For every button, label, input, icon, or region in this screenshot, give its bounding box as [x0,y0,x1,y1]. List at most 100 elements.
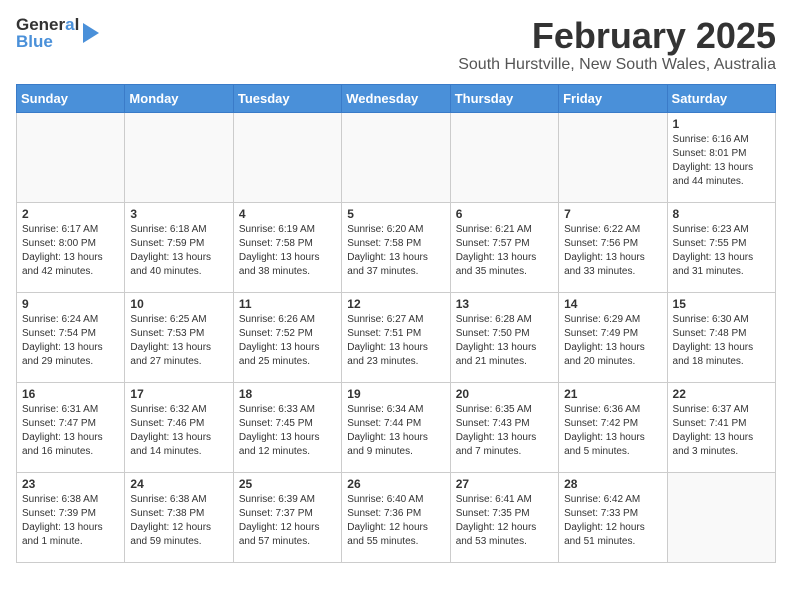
calendar-cell: 27 Sunrise: 6:41 AM Sunset: 7:35 PM Dayli… [450,472,558,562]
calendar-cell: 1Sunrise: 6:16 AM Sunset: 8:01 PM Daylig… [667,112,775,202]
calendar-cell: 11Sunrise: 6:26 AM Sunset: 7:52 PM Dayli… [233,292,341,382]
calendar-header-row: SundayMondayTuesdayWednesdayThursdayFrid… [17,84,776,112]
day-number: 6 [456,207,553,221]
day-info: Sunrise: 6:31 AM Sunset: 7:47 PM Dayligh… [22,403,119,459]
day-number: 16 [22,387,119,401]
day-number: 5 [347,207,444,221]
calendar-cell [233,112,341,202]
calendar-cell: 5 Sunrise: 6:20 AM Sunset: 7:58 PM Daylig… [342,202,450,292]
calendar-week-row: 9 Sunrise: 6:24 AM Sunset: 7:54 PM Daylig… [17,292,776,382]
day-info: Sunrise: 6:22 AM Sunset: 7:56 PM Dayligh… [564,223,661,279]
day-info: Sunrise: 6:36 AM Sunset: 7:42 PM Dayligh… [564,403,661,459]
day-info: Sunrise: 6:26 AM Sunset: 7:52 PM Dayligh… [239,313,336,369]
day-info: Sunrise: 6:33 AM Sunset: 7:45 PM Dayligh… [239,403,336,459]
col-header-thursday: Thursday [450,84,558,112]
day-number: 9 [22,297,119,311]
day-number: 22 [673,387,770,401]
day-number: 15 [673,297,770,311]
calendar-cell: 23Sunrise: 6:38 AM Sunset: 7:39 PM Dayli… [17,472,125,562]
day-info: Sunrise: 6:25 AM Sunset: 7:53 PM Dayligh… [130,313,227,369]
day-info: Sunrise: 6:23 AM Sunset: 7:55 PM Dayligh… [673,223,770,279]
day-info: Sunrise: 6:39 AM Sunset: 7:37 PM Dayligh… [239,493,336,549]
day-info: Sunrise: 6:30 AM Sunset: 7:48 PM Dayligh… [673,313,770,369]
logo-line1: General [16,16,79,33]
day-info: Sunrise: 6:42 AM Sunset: 7:33 PM Dayligh… [564,493,661,549]
day-info: Sunrise: 6:21 AM Sunset: 7:57 PM Dayligh… [456,223,553,279]
day-number: 23 [22,477,119,491]
day-info: Sunrise: 6:35 AM Sunset: 7:43 PM Dayligh… [456,403,553,459]
calendar-cell: 16 Sunrise: 6:31 AM Sunset: 7:47 PM Dayli… [17,382,125,472]
calendar-cell: 6 Sunrise: 6:21 AM Sunset: 7:57 PM Daylig… [450,202,558,292]
day-info: Sunrise: 6:16 AM Sunset: 8:01 PM Dayligh… [673,133,770,189]
calendar-cell [342,112,450,202]
day-number: 25 [239,477,336,491]
calendar-cell: 15 Sunrise: 6:30 AM Sunset: 7:48 PM Dayli… [667,292,775,382]
day-info: Sunrise: 6:20 AM Sunset: 7:58 PM Dayligh… [347,223,444,279]
col-header-tuesday: Tuesday [233,84,341,112]
day-info: Sunrise: 6:28 AM Sunset: 7:50 PM Dayligh… [456,313,553,369]
calendar-cell: 21 Sunrise: 6:36 AM Sunset: 7:42 PM Dayli… [559,382,667,472]
calendar-cell: 19 Sunrise: 6:34 AM Sunset: 7:44 PM Dayli… [342,382,450,472]
calendar-cell [559,112,667,202]
day-number: 8 [673,207,770,221]
calendar-week-row: 2Sunrise: 6:17 AM Sunset: 8:00 PM Daylig… [17,202,776,292]
calendar-week-row: 1Sunrise: 6:16 AM Sunset: 8:01 PM Daylig… [17,112,776,202]
day-number: 24 [130,477,227,491]
day-number: 7 [564,207,661,221]
col-header-sunday: Sunday [17,84,125,112]
day-info: Sunrise: 6:40 AM Sunset: 7:36 PM Dayligh… [347,493,444,549]
day-number: 4 [239,207,336,221]
day-info: Sunrise: 6:19 AM Sunset: 7:58 PM Dayligh… [239,223,336,279]
calendar-cell: 28 Sunrise: 6:42 AM Sunset: 7:33 PM Dayli… [559,472,667,562]
day-number: 28 [564,477,661,491]
col-header-monday: Monday [125,84,233,112]
day-number: 27 [456,477,553,491]
day-number: 18 [239,387,336,401]
title-area: February 2025 South Hurstville, New Sout… [458,16,776,74]
day-info: Sunrise: 6:32 AM Sunset: 7:46 PM Dayligh… [130,403,227,459]
calendar-cell [17,112,125,202]
calendar-cell: 14Sunrise: 6:29 AM Sunset: 7:49 PM Dayli… [559,292,667,382]
col-header-saturday: Saturday [667,84,775,112]
day-info: Sunrise: 6:41 AM Sunset: 7:35 PM Dayligh… [456,493,553,549]
calendar-cell: 26 Sunrise: 6:40 AM Sunset: 7:36 PM Dayli… [342,472,450,562]
calendar-cell: 13Sunrise: 6:28 AM Sunset: 7:50 PM Dayli… [450,292,558,382]
calendar-cell: 4 Sunrise: 6:19 AM Sunset: 7:58 PM Daylig… [233,202,341,292]
day-number: 19 [347,387,444,401]
calendar-cell: 9 Sunrise: 6:24 AM Sunset: 7:54 PM Daylig… [17,292,125,382]
calendar-cell: 22 Sunrise: 6:37 AM Sunset: 7:41 PM Dayli… [667,382,775,472]
calendar-cell: 10Sunrise: 6:25 AM Sunset: 7:53 PM Dayli… [125,292,233,382]
calendar-cell: 17Sunrise: 6:32 AM Sunset: 7:46 PM Dayli… [125,382,233,472]
day-number: 14 [564,297,661,311]
calendar-cell: 24Sunrise: 6:38 AM Sunset: 7:38 PM Dayli… [125,472,233,562]
month-title: February 2025 [458,16,776,56]
calendar-cell [667,472,775,562]
calendar-cell [125,112,233,202]
day-info: Sunrise: 6:24 AM Sunset: 7:54 PM Dayligh… [22,313,119,369]
day-info: Sunrise: 6:34 AM Sunset: 7:44 PM Dayligh… [347,403,444,459]
location-label: South Hurstville, New South Wales, Austr… [458,56,776,74]
day-info: Sunrise: 6:17 AM Sunset: 8:00 PM Dayligh… [22,223,119,279]
day-info: Sunrise: 6:27 AM Sunset: 7:51 PM Dayligh… [347,313,444,369]
day-number: 12 [347,297,444,311]
calendar-cell: 20 Sunrise: 6:35 AM Sunset: 7:43 PM Dayli… [450,382,558,472]
logo-line2: Blue [16,33,79,50]
day-number: 26 [347,477,444,491]
col-header-wednesday: Wednesday [342,84,450,112]
calendar-cell: 12 Sunrise: 6:27 AM Sunset: 7:51 PM Dayli… [342,292,450,382]
calendar-table: SundayMondayTuesdayWednesdayThursdayFrid… [16,84,776,563]
day-number: 3 [130,207,227,221]
calendar-week-row: 16 Sunrise: 6:31 AM Sunset: 7:47 PM Dayli… [17,382,776,472]
calendar-cell: 2Sunrise: 6:17 AM Sunset: 8:00 PM Daylig… [17,202,125,292]
day-number: 20 [456,387,553,401]
day-info: Sunrise: 6:37 AM Sunset: 7:41 PM Dayligh… [673,403,770,459]
logo-triangle-icon [83,23,99,43]
page-header: General Blue February 2025 South Hurstvi… [16,16,776,74]
day-number: 21 [564,387,661,401]
logo: General Blue [16,16,99,50]
calendar-cell [450,112,558,202]
calendar-cell: 25 Sunrise: 6:39 AM Sunset: 7:37 PM Dayli… [233,472,341,562]
calendar-cell: 18 Sunrise: 6:33 AM Sunset: 7:45 PM Dayli… [233,382,341,472]
day-info: Sunrise: 6:18 AM Sunset: 7:59 PM Dayligh… [130,223,227,279]
calendar-week-row: 23Sunrise: 6:38 AM Sunset: 7:39 PM Dayli… [17,472,776,562]
